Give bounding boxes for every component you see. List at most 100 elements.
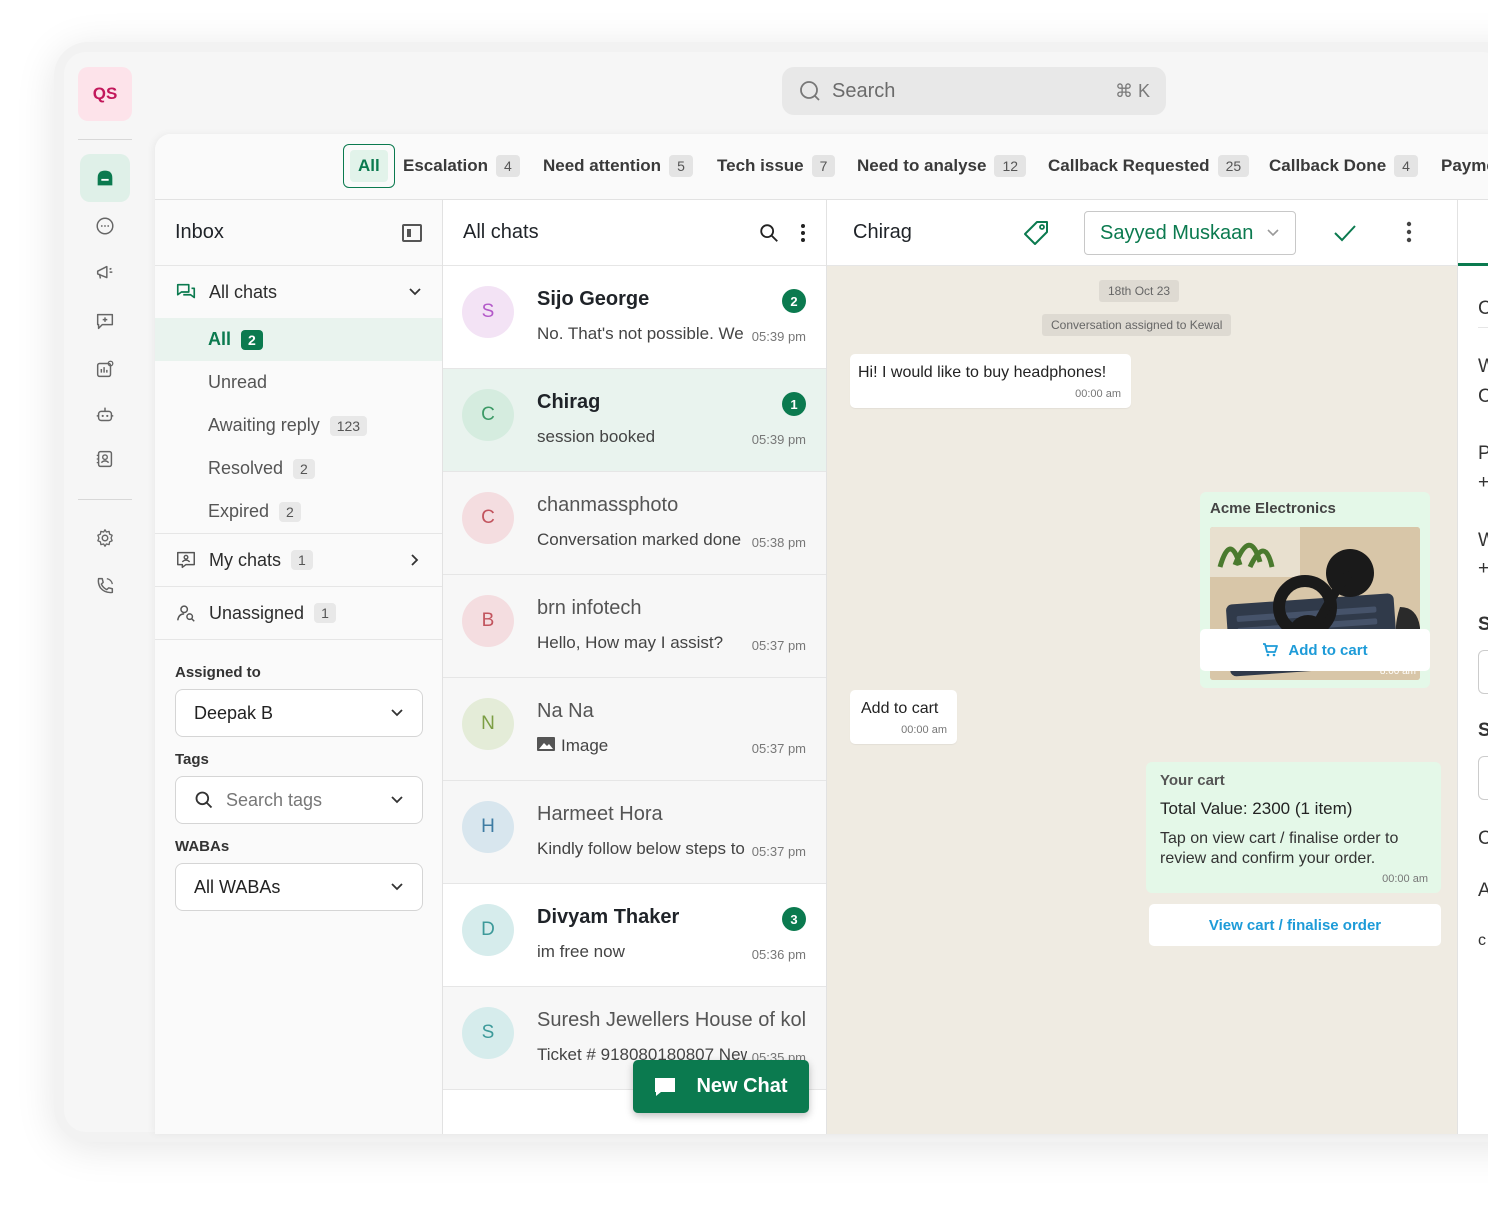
more-options-icon[interactable]	[800, 223, 806, 243]
search-icon[interactable]	[758, 222, 780, 244]
chat-name: Divyam Thaker	[537, 906, 680, 928]
unread-badge: 2	[782, 289, 806, 313]
avatar: S	[462, 1007, 514, 1059]
chevron-down-icon	[391, 883, 403, 891]
conversation-header: Chirag Sayyed Muskaan	[827, 200, 1457, 266]
unassigned-group[interactable]: Unassigned 1	[155, 587, 442, 639]
chat-list-item[interactable]: C chanmassphoto Conversation marked done…	[443, 472, 826, 575]
add-to-cart-button[interactable]: Add to cart	[1200, 629, 1430, 671]
panel-input[interactable]	[1478, 650, 1488, 694]
unread-badge: 1	[782, 392, 806, 416]
tab-need-attention[interactable]: Need attention 5	[543, 144, 693, 188]
chat-time: 05:39 pm	[751, 329, 806, 344]
search-placeholder: Search	[832, 79, 896, 102]
tab-count: 25	[1217, 155, 1250, 177]
contact-name: Chirag	[853, 221, 912, 243]
sub-awaiting-reply[interactable]: Awaiting reply 123	[155, 404, 442, 447]
chat-list-title: All chats	[463, 221, 539, 243]
rail-contacts-icon[interactable]	[80, 437, 130, 481]
divider	[1478, 327, 1488, 328]
message-text: Hi! I would like to buy headphones!	[858, 364, 1107, 381]
global-search[interactable]: Search ⌘ K	[782, 67, 1166, 115]
chat-name: Harmeet Hora	[537, 803, 663, 825]
panel-text: W	[1478, 356, 1488, 377]
tab-escalation[interactable]: Escalation 4	[403, 144, 520, 188]
cart-description: Tap on view cart / finalise order to rev…	[1160, 830, 1399, 867]
my-chats-group[interactable]: My chats 1	[155, 534, 442, 586]
inbox-icon	[97, 170, 113, 186]
chat-name: brn infotech	[537, 597, 642, 619]
tags-search-select[interactable]: Search tags	[175, 776, 423, 824]
chat-name: Sijo George	[537, 288, 650, 310]
wabas-label: WABAs	[175, 838, 230, 855]
chats-icon	[176, 283, 196, 299]
chat-list-item[interactable]: N Na Na Image 05:37 pm	[443, 678, 826, 781]
rail-support-icon[interactable]	[80, 299, 130, 343]
message-text: Add to cart	[861, 700, 939, 717]
gear-icon	[97, 529, 113, 547]
rail-settings-icon[interactable]	[80, 516, 130, 560]
count-badge: 1	[291, 550, 313, 570]
chevron-down-icon	[409, 288, 421, 296]
rail-analytics-icon[interactable]	[80, 347, 130, 391]
cart-icon	[1263, 643, 1279, 657]
collapse-panel-icon[interactable]	[402, 223, 422, 242]
tab-payment[interactable]: Payme	[1441, 144, 1488, 188]
more-options-icon[interactable]	[1405, 220, 1413, 244]
chat-list-item[interactable]: C Chirag 1 session booked 05:39 pm	[443, 369, 826, 472]
assignee-select[interactable]: Sayyed Muskaan	[1084, 211, 1296, 255]
wabas-select[interactable]: All WABAs	[175, 863, 423, 911]
chat-list-item[interactable]: D Divyam Thaker 3 im free now 05:36 pm	[443, 884, 826, 987]
tab-all[interactable]: All	[343, 144, 395, 188]
chat-preview: Conversation marked done	[537, 530, 742, 549]
unread-badge: 3	[782, 907, 806, 931]
main-panel: All Escalation 4 Need attention 5 Tech iss…	[155, 134, 1488, 1134]
count-badge: 2	[279, 501, 301, 522]
all-chats-group[interactable]: All chats	[155, 266, 442, 318]
tab-need-to-analyse[interactable]: Need to analyse 12	[857, 144, 1027, 188]
unassigned-label: Unassigned	[209, 602, 305, 623]
chat-list-item[interactable]: B brn infotech Hello, How may I assist? …	[443, 575, 826, 678]
panel-input[interactable]	[1478, 756, 1488, 800]
rail-inbox-icon[interactable]	[80, 154, 130, 202]
avatar: C	[462, 492, 514, 544]
tab-callback-requested[interactable]: Callback Requested 25	[1048, 144, 1250, 188]
tags-label: Tags	[175, 751, 209, 768]
assigned-to-select[interactable]: Deepak B	[175, 689, 423, 737]
active-tab-underline	[1458, 263, 1488, 266]
search-icon	[800, 81, 820, 101]
system-message: Conversation assigned to Kewal	[1042, 314, 1232, 336]
panel-text: C	[1478, 386, 1488, 407]
filter-tabs: All Escalation 4 Need attention 5 Tech iss…	[155, 134, 1488, 200]
panel-text: P	[1478, 443, 1488, 464]
message-time: 00:00 am	[901, 724, 947, 736]
sub-expired[interactable]: Expired 2	[155, 490, 442, 533]
megaphone-icon	[96, 265, 113, 279]
chat-preview: Hello, How may I assist?	[537, 633, 724, 652]
search-shortcut: ⌘ K	[1114, 80, 1150, 101]
resolve-check-icon[interactable]	[1332, 220, 1358, 246]
tab-callback-done[interactable]: Callback Done 4	[1269, 144, 1418, 188]
message-time: 00:00 am	[1382, 873, 1428, 885]
chat-list-item[interactable]: H Harmeet Hora Kindly follow below steps…	[443, 781, 826, 884]
new-chat-button[interactable]: New Chat	[633, 1060, 809, 1113]
workspace-logo[interactable]: QS	[78, 67, 132, 121]
cart-summary-card: Your cart Total Value: 2300 (1 item) Tap…	[1146, 762, 1441, 893]
user-search-icon	[177, 605, 195, 622]
sub-unread[interactable]: Unread	[155, 361, 442, 404]
tab-tech-issue[interactable]: Tech issue 7	[717, 144, 836, 188]
tab-count: 4	[496, 155, 520, 177]
chat-preview: im free now	[537, 942, 625, 961]
rail-calls-icon[interactable]	[80, 564, 130, 608]
tab-count: 5	[669, 155, 693, 177]
tag-icon[interactable]	[1021, 218, 1051, 248]
rail-campaign-icon[interactable]	[80, 251, 130, 295]
sub-resolved[interactable]: Resolved 2	[155, 447, 442, 490]
panel-text: +	[1478, 472, 1488, 493]
chat-list-item[interactable]: S Sijo George 2 No. That's not possible.…	[443, 266, 826, 369]
sub-all[interactable]: All 2	[155, 318, 442, 361]
rail-chats-icon[interactable]	[80, 204, 130, 248]
view-cart-button[interactable]: View cart / finalise order	[1149, 904, 1441, 946]
rail-bot-icon[interactable]	[80, 393, 130, 437]
chat-list-header: All chats	[443, 200, 826, 266]
